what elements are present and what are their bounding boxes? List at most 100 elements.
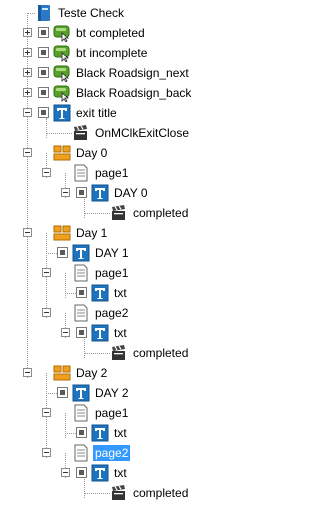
tree-node-label[interactable]: DAY 1 — [93, 245, 131, 261]
collapse-icon[interactable] — [61, 328, 70, 337]
visibility-checkbox[interactable] — [76, 427, 87, 438]
tree-node-label[interactable]: Black Roadsign_next — [74, 65, 191, 81]
collapse-icon[interactable] — [23, 228, 32, 237]
visibility-checkbox[interactable] — [76, 467, 87, 478]
page-icon — [72, 304, 90, 322]
tree-node-exit-title[interactable]: exit title — [0, 103, 329, 123]
tree-node-label[interactable]: page2 — [93, 445, 131, 461]
tree-node-txt[interactable]: txt — [0, 423, 329, 443]
chapter-icon — [53, 224, 71, 242]
text-object-icon — [91, 184, 109, 202]
tree-node-teste-check[interactable]: Teste Check — [0, 3, 329, 23]
tree-node-label[interactable]: txt — [112, 325, 129, 341]
clapperboard-icon — [72, 124, 90, 142]
tree-node-label[interactable]: Day 1 — [74, 225, 109, 241]
tree-node-label[interactable]: exit title — [74, 105, 119, 121]
tree-node-page1[interactable]: page1 — [0, 263, 329, 283]
visibility-checkbox[interactable] — [76, 187, 87, 198]
visibility-checkbox[interactable] — [38, 27, 49, 38]
scene-tree: Teste Check bt completed bt incomplete Blac… — [0, 0, 329, 507]
button-object-icon — [53, 64, 71, 83]
clapperboard-icon — [110, 344, 128, 362]
tree-node-completed[interactable]: completed — [0, 343, 329, 363]
tree-node-page1[interactable]: page1 — [0, 403, 329, 423]
collapse-icon[interactable] — [23, 108, 32, 117]
visibility-checkbox[interactable] — [38, 67, 49, 78]
clapperboard-icon — [110, 484, 128, 502]
collapse-icon[interactable] — [23, 148, 32, 157]
text-object-icon — [91, 284, 109, 302]
tree-node-page2[interactable]: page2 — [0, 443, 329, 463]
collapse-icon[interactable] — [42, 168, 51, 177]
tree-node-label[interactable]: bt incomplete — [74, 45, 149, 61]
tree-node-day-2[interactable]: DAY 2 — [0, 383, 329, 403]
tree-node-day-1[interactable]: Day 1 — [0, 223, 329, 243]
visibility-checkbox[interactable] — [76, 327, 87, 338]
tree-node-label[interactable]: txt — [112, 285, 129, 301]
book-icon — [35, 4, 53, 22]
collapse-icon[interactable] — [42, 448, 51, 457]
button-object-icon — [53, 24, 71, 43]
tree-node-label[interactable]: completed — [131, 345, 190, 361]
expand-icon[interactable] — [23, 28, 32, 37]
collapse-icon[interactable] — [23, 368, 32, 377]
tree-node-day-2[interactable]: Day 2 — [0, 363, 329, 383]
page-icon — [72, 164, 90, 182]
collapse-icon[interactable] — [42, 268, 51, 277]
tree-node-day-0[interactable]: DAY 0 — [0, 183, 329, 203]
text-object-icon — [91, 464, 109, 482]
visibility-checkbox[interactable] — [38, 47, 49, 58]
collapse-icon[interactable] — [42, 408, 51, 417]
tree-node-completed[interactable]: completed — [0, 483, 329, 503]
visibility-checkbox[interactable] — [57, 247, 68, 258]
tree-node-label[interactable]: page1 — [93, 165, 130, 181]
visibility-checkbox[interactable] — [76, 287, 87, 298]
tree-node-day-0[interactable]: Day 0 — [0, 143, 329, 163]
tree-node-txt[interactable]: txt — [0, 463, 329, 483]
tree-node-day-1[interactable]: DAY 1 — [0, 243, 329, 263]
tree-node-onmclkexitclose[interactable]: OnMClkExitClose — [0, 123, 329, 143]
tree-node-label[interactable]: DAY 2 — [93, 385, 131, 401]
tree-node-label[interactable]: txt — [112, 465, 129, 481]
collapse-icon[interactable] — [61, 468, 70, 477]
tree-node-completed[interactable]: completed — [0, 203, 329, 223]
tree-node-bt-incomplete[interactable]: bt incomplete — [0, 43, 329, 63]
text-object-icon — [72, 384, 90, 402]
chapter-icon — [53, 144, 71, 162]
clapperboard-icon — [110, 204, 128, 222]
page-icon — [72, 404, 90, 422]
text-object-icon — [53, 104, 71, 122]
visibility-checkbox[interactable] — [38, 87, 49, 98]
tree-node-label[interactable]: bt completed — [74, 25, 147, 41]
tree-node-label[interactable]: page1 — [93, 405, 130, 421]
chapter-icon — [53, 364, 71, 382]
visibility-checkbox[interactable] — [38, 107, 49, 118]
tree-node-label[interactable]: completed — [131, 485, 190, 501]
expand-icon[interactable] — [23, 88, 32, 97]
button-object-icon — [53, 84, 71, 103]
tree-node-txt[interactable]: txt — [0, 283, 329, 303]
tree-node-txt[interactable]: txt — [0, 323, 329, 343]
text-object-icon — [91, 424, 109, 442]
page-icon — [72, 444, 90, 462]
tree-node-label[interactable]: Day 2 — [74, 365, 109, 381]
tree-node-label[interactable]: Teste Check — [56, 5, 126, 21]
tree-node-page2[interactable]: page2 — [0, 303, 329, 323]
tree-node-label[interactable]: OnMClkExitClose — [93, 125, 191, 141]
tree-node-label[interactable]: txt — [112, 425, 129, 441]
visibility-checkbox[interactable] — [57, 387, 68, 398]
tree-node-black-roadsign-next[interactable]: Black Roadsign_next — [0, 63, 329, 83]
tree-node-label[interactable]: page1 — [93, 265, 130, 281]
tree-node-label[interactable]: Black Roadsign_back — [74, 85, 193, 101]
tree-node-label[interactable]: DAY 0 — [112, 185, 150, 201]
tree-node-label[interactable]: completed — [131, 205, 190, 221]
collapse-icon[interactable] — [42, 308, 51, 317]
tree-node-label[interactable]: Day 0 — [74, 145, 109, 161]
tree-node-black-roadsign-back[interactable]: Black Roadsign_back — [0, 83, 329, 103]
tree-node-page1[interactable]: page1 — [0, 163, 329, 183]
tree-node-bt-completed[interactable]: bt completed — [0, 23, 329, 43]
collapse-icon[interactable] — [61, 188, 70, 197]
expand-icon[interactable] — [23, 48, 32, 57]
expand-icon[interactable] — [23, 68, 32, 77]
tree-node-label[interactable]: page2 — [93, 305, 130, 321]
